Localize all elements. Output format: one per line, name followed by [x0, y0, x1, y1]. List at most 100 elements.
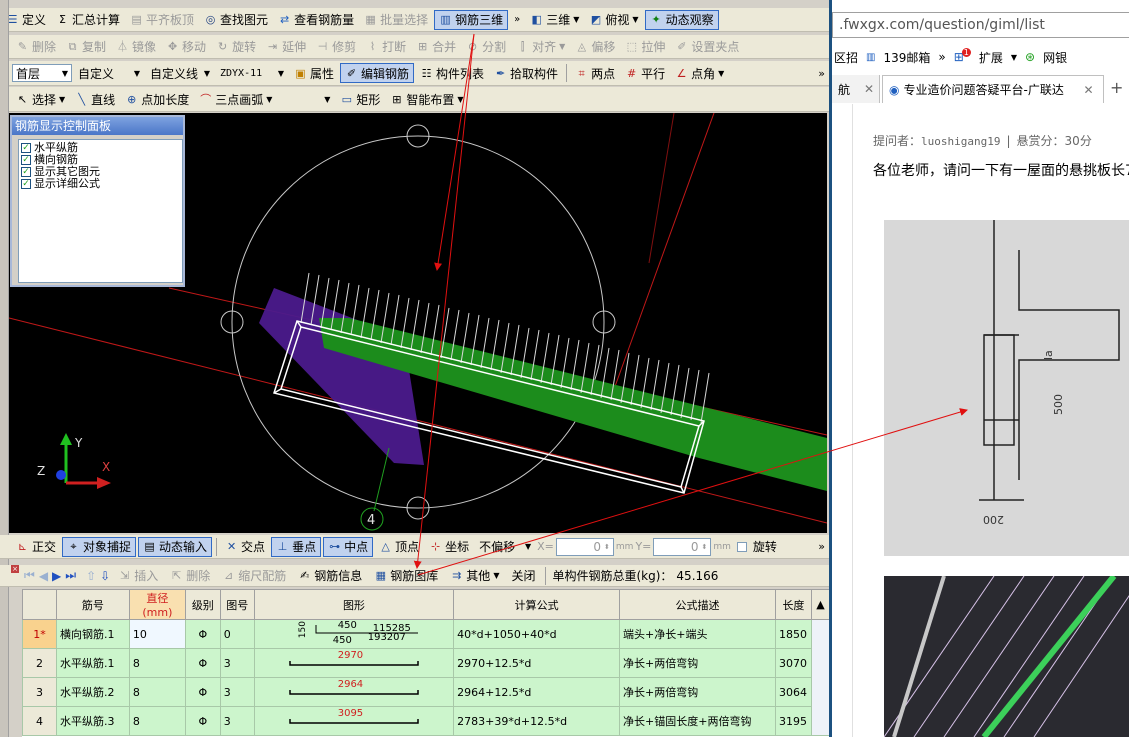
cell-grade[interactable]: Φ: [184, 706, 221, 736]
ortho-toggle[interactable]: ⊾ 正交: [12, 537, 60, 557]
object-snap-toggle[interactable]: ⌖ 对象捕捉: [62, 536, 137, 557]
y-input[interactable]: 0 ⬍: [653, 537, 712, 556]
batch-select-button[interactable]: ▦ 批量选择: [360, 10, 432, 30]
vertex-snap[interactable]: △ 顶点: [375, 537, 423, 557]
parallel-button[interactable]: # 平行: [621, 63, 669, 83]
insert-row-button[interactable]: ⇲ 插入: [114, 566, 162, 586]
element-list-button[interactable]: ☷ 构件列表: [416, 63, 488, 83]
close-small-icon[interactable]: ×: [11, 565, 19, 573]
cell-shape[interactable]: 3095: [253, 706, 455, 736]
line-button[interactable]: ╲ 直线: [71, 89, 119, 109]
close-icon[interactable]: ✕: [1083, 83, 1093, 97]
bookmark-item[interactable]: 区招: [834, 49, 858, 66]
next-record-icon[interactable]: ▶: [52, 569, 61, 583]
cell-formula-desc[interactable]: 净长+锚固长度+两倍弯钩: [619, 706, 776, 736]
cell-figure-no[interactable]: 3: [219, 706, 255, 736]
x-input[interactable]: 0 ⬍: [555, 537, 614, 556]
col-bar-no[interactable]: 筋号: [55, 589, 130, 620]
cell-formula[interactable]: 2970+12.5*d: [453, 648, 621, 678]
define-button[interactable]: ☰ 定义: [2, 10, 50, 30]
chevron-down-icon[interactable]: ▼: [1011, 53, 1017, 62]
select-dropdown[interactable]: ↖ 选择 ▼: [12, 89, 69, 109]
table-row[interactable]: 4 水平纵筋.3 8 Φ 3 3095 2783+39*d+12.5*d 净长+…: [22, 706, 830, 736]
type-select[interactable]: 自定义线 ▼: [146, 64, 214, 82]
cell-length[interactable]: 3070: [774, 648, 812, 678]
close-icon[interactable]: ✕: [864, 82, 874, 96]
view-3d-dropdown[interactable]: ◧ 三维 ▼: [526, 10, 583, 30]
col-grade[interactable]: 级别: [184, 589, 221, 620]
pick-element-button[interactable]: ✒ 拾取构件: [490, 63, 562, 83]
cell-bar-no[interactable]: 横向钢筋.1: [55, 619, 130, 649]
close-button[interactable]: 关闭: [507, 566, 539, 586]
delete-row-button[interactable]: ⇱ 删除: [166, 566, 214, 586]
floor-select[interactable]: 首层 ▼: [12, 64, 72, 82]
code-select[interactable]: ZDYX-11 ▼: [216, 64, 288, 82]
checkbox-checked-icon[interactable]: ✓: [21, 167, 31, 177]
cell-formula[interactable]: 40*d+1050+40*d: [453, 619, 621, 649]
col-shape[interactable]: 图形: [253, 589, 455, 620]
cell-length[interactable]: 3064: [774, 677, 812, 707]
cell-shape[interactable]: 2964: [253, 677, 455, 707]
view-rebar-qty-button[interactable]: ⇄ 查看钢筋量: [274, 10, 358, 30]
properties-button[interactable]: ▣ 属性: [290, 63, 338, 83]
col-figure-no[interactable]: 图号: [219, 589, 255, 620]
col-formula[interactable]: 计算公式: [453, 589, 621, 620]
extend-button[interactable]: ⇥ 延伸: [262, 37, 310, 57]
offset-mode-select[interactable]: 不偏移 ▼: [475, 538, 535, 556]
cell-figure-no[interactable]: 0: [219, 619, 255, 649]
rect-button[interactable]: ▭ 矩形: [336, 89, 384, 109]
last-record-icon[interactable]: ⏭: [65, 568, 76, 583]
break-button[interactable]: ⌇ 打断: [362, 37, 410, 57]
bookmark-item[interactable]: 139邮箱: [883, 49, 930, 66]
rebar-3d-button[interactable]: ▥ 钢筋三维: [434, 9, 509, 30]
set-pin-button[interactable]: ✐ 设置夹点: [671, 37, 743, 57]
rebar-info-button[interactable]: ✍ 钢筋信息: [294, 566, 366, 586]
top-view-dropdown[interactable]: ◩ 俯视 ▼: [585, 10, 642, 30]
table-row[interactable]: 2 水平纵筋.1 8 Φ 3 2970 2970+12.5*d 净长+两倍弯钩 …: [22, 648, 830, 678]
more-bookmarks-icon[interactable]: »: [938, 50, 945, 64]
cell-figure-no[interactable]: 3: [219, 648, 255, 678]
checkbox-checked-icon[interactable]: ✓: [21, 143, 31, 153]
address-bar[interactable]: .fwxgx.com/question/giml/list: [832, 12, 1129, 38]
cell-formula-desc[interactable]: 端头+净长+端头: [619, 619, 776, 649]
perpendicular-snap[interactable]: ⊥ 垂点: [271, 536, 322, 557]
overflow-chevron-icon[interactable]: »: [514, 14, 520, 25]
trim-button[interactable]: ⊣ 修剪: [312, 37, 360, 57]
coordinate-snap[interactable]: ⊹ 坐标: [425, 537, 473, 557]
cell-figure-no[interactable]: 3: [219, 677, 255, 707]
smart-layout-dropdown[interactable]: ⊞ 智能布置 ▼: [386, 89, 467, 109]
first-record-icon[interactable]: ⏮: [24, 568, 35, 583]
other-dropdown[interactable]: ⇉ 其他 ▼: [446, 566, 503, 586]
cell-bar-no[interactable]: 水平纵筋.2: [55, 677, 130, 707]
col-formula-desc[interactable]: 公式描述: [619, 589, 776, 620]
cell-diameter[interactable]: 8: [128, 648, 186, 678]
rotate-checkbox[interactable]: [736, 541, 747, 552]
overflow-chevron-icon[interactable]: »: [818, 540, 825, 553]
cell-bar-no[interactable]: 水平纵筋.1: [55, 648, 130, 678]
cell-grade[interactable]: Φ: [184, 677, 221, 707]
midpoint-snap[interactable]: ⊶ 中点: [323, 536, 374, 557]
cell-grade[interactable]: Φ: [184, 619, 221, 649]
cell-formula-desc[interactable]: 净长+两倍弯钩: [619, 677, 776, 707]
col-diameter[interactable]: 直径(mm): [128, 589, 186, 620]
spin-icon[interactable]: ⬍: [702, 543, 708, 551]
extension-button[interactable]: 扩展: [979, 49, 1003, 66]
cell-formula[interactable]: 2964+12.5*d: [453, 677, 621, 707]
spin-icon[interactable]: ⬍: [604, 543, 610, 551]
cell-formula-desc[interactable]: 净长+两倍弯钩: [619, 648, 776, 678]
merge-button[interactable]: ⊞ 合并: [412, 37, 460, 57]
scale-rebar-button[interactable]: ⊿ 缩尺配筋: [218, 566, 290, 586]
cell-shape[interactable]: 2970: [253, 648, 455, 678]
move-button[interactable]: ✥ 移动: [162, 37, 210, 57]
scrollbar-up[interactable]: ▲: [810, 589, 830, 620]
intersection-snap[interactable]: ✕ 交点: [221, 537, 269, 557]
check-detailed-formula[interactable]: ✓ 显示详细公式: [21, 178, 180, 190]
checkbox-checked-icon[interactable]: ✓: [21, 155, 31, 165]
question-photo-2[interactable]: [884, 576, 1129, 737]
edit-rebar-button[interactable]: ✐ 编辑钢筋: [340, 63, 415, 83]
find-element-button[interactable]: ◎ 查找图元: [200, 10, 272, 30]
col-length[interactable]: 长度: [774, 589, 812, 620]
overflow-chevron-icon[interactable]: »: [818, 67, 825, 80]
point-angle-button[interactable]: ∠ 点角 ▼: [671, 63, 728, 83]
cell-formula[interactable]: 2783+39*d+12.5*d: [453, 706, 621, 736]
